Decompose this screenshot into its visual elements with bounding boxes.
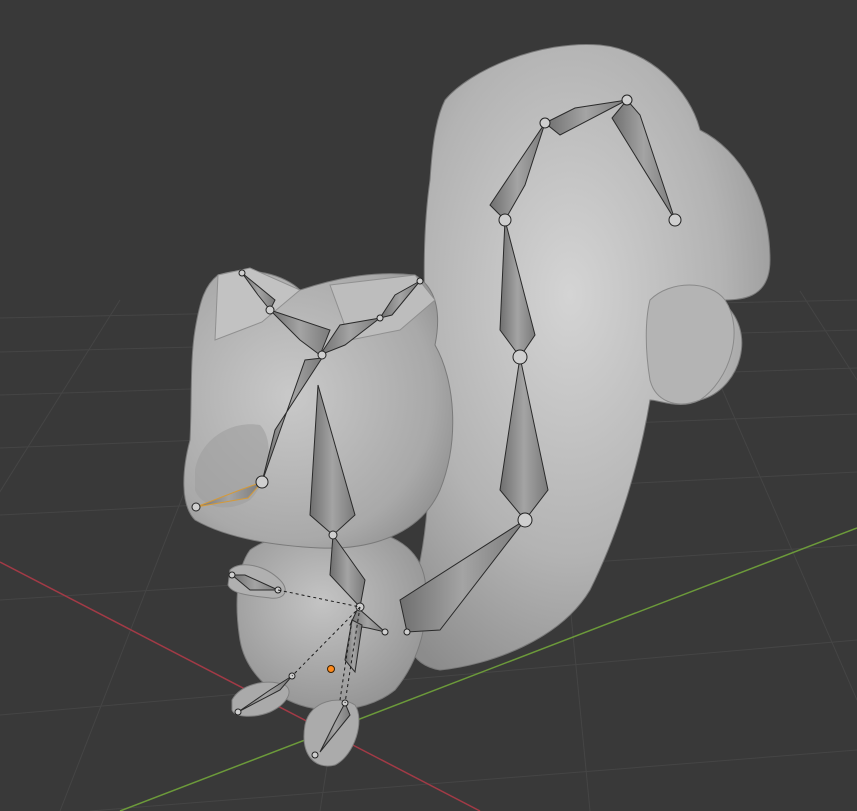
squirrel-mesh[interactable] (183, 43, 771, 767)
object-origin-dot (327, 665, 335, 673)
viewport-canvas[interactable] (0, 0, 857, 811)
3d-viewport[interactable] (0, 0, 857, 811)
